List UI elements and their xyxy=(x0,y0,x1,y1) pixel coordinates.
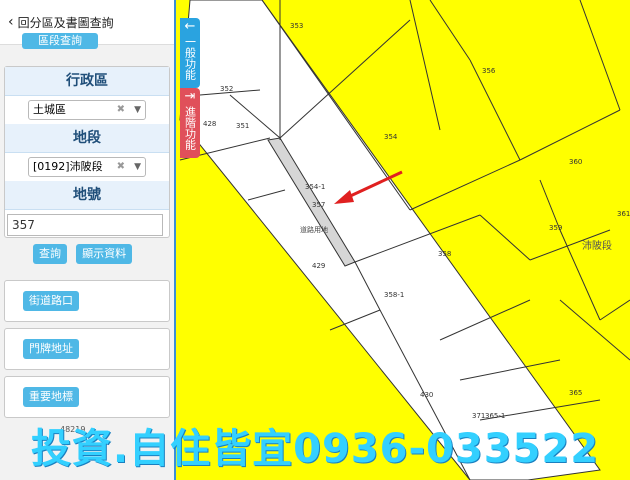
section-select[interactable]: [0192]沛陂段 ✖ ▼ xyxy=(28,157,146,177)
parcel-label: 357 xyxy=(312,201,325,209)
arrow-left-icon: ← xyxy=(184,19,196,34)
district-select-value: 土城區 xyxy=(33,103,66,116)
street-intersection-button[interactable]: 街道路口 xyxy=(23,291,79,311)
search-panel: ‹ 回分區及書圖查詢 區段查詢 行政區 土城區 ✖ ▼ 地段 [0192]沛陂段… xyxy=(0,0,176,480)
tab-advanced-label: 進階功能 xyxy=(183,106,197,150)
parcel-label: 359 xyxy=(549,224,562,232)
parcel-label: 354 xyxy=(384,133,398,141)
section-select-value: [0192]沛陂段 xyxy=(33,160,103,173)
landmark-card: 重要地標 xyxy=(4,376,170,418)
district-title: 行政區 xyxy=(5,67,169,96)
district-select[interactable]: 土城區 ✖ ▼ xyxy=(28,100,146,120)
parcel-label: 358 xyxy=(438,250,451,258)
parcel-label: 430 xyxy=(420,391,433,399)
address-button[interactable]: 門牌地址 xyxy=(23,339,79,359)
parcel-label: 361 xyxy=(617,210,630,218)
watermark-text: 投資.自住皆宜0936-033522 xyxy=(30,426,600,472)
parcel-label: 365 xyxy=(569,389,582,397)
parcel-label: 360 xyxy=(569,158,582,166)
parcel-label: 353 xyxy=(290,22,303,30)
landmark-button[interactable]: 重要地標 xyxy=(23,387,79,407)
chevron-down-icon[interactable]: ▼ xyxy=(134,101,141,119)
parcel-label: 365-1 xyxy=(485,412,505,420)
parcel-label: 356 xyxy=(482,67,496,75)
road-label: 道路用地 xyxy=(300,225,328,234)
parcel-label: 358-1 xyxy=(384,291,404,299)
lot-buttons: 查詢 顯示資料 xyxy=(5,242,169,264)
section-title: 地段 xyxy=(5,124,169,153)
chevron-down-icon[interactable]: ▼ xyxy=(134,158,141,176)
query-button[interactable]: 查詢 xyxy=(33,244,67,264)
street-card: 街道路口 xyxy=(4,280,170,322)
tab-general-label: 一般功能 xyxy=(183,36,197,80)
parcel-label: 351 xyxy=(236,122,249,130)
section-query-button[interactable]: 區段查詢 xyxy=(22,33,98,49)
tab-general[interactable]: ← 一般功能 xyxy=(180,18,200,88)
tab-advanced[interactable]: ⇥ 進階功能 xyxy=(180,88,200,158)
section-label: 沛陂段 xyxy=(582,239,612,252)
arrow-right-icon: ⇥ xyxy=(184,89,196,104)
chevron-left-icon: ‹ xyxy=(8,14,14,30)
parcel-label: 428 xyxy=(203,120,216,128)
lot-search-box: 行政區 土城區 ✖ ▼ 地段 [0192]沛陂段 ✖ ▼ 地號 357 查詢 顯… xyxy=(4,66,170,264)
show-data-button[interactable]: 顯示資料 xyxy=(76,244,133,264)
parcel-label: 429 xyxy=(312,262,325,270)
clear-icon[interactable]: ✖ xyxy=(117,101,125,119)
back-title: 回分區及書圖查詢 xyxy=(17,15,114,30)
lot-input[interactable]: 357 xyxy=(7,214,163,236)
parcel-label: 352 xyxy=(220,85,233,93)
parcel-label: 354-1 xyxy=(305,183,325,191)
lot-title: 地號 xyxy=(5,181,169,210)
address-card: 門牌地址 xyxy=(4,328,170,370)
parcel-label: 371 xyxy=(472,412,485,420)
clear-icon[interactable]: ✖ xyxy=(117,158,125,176)
